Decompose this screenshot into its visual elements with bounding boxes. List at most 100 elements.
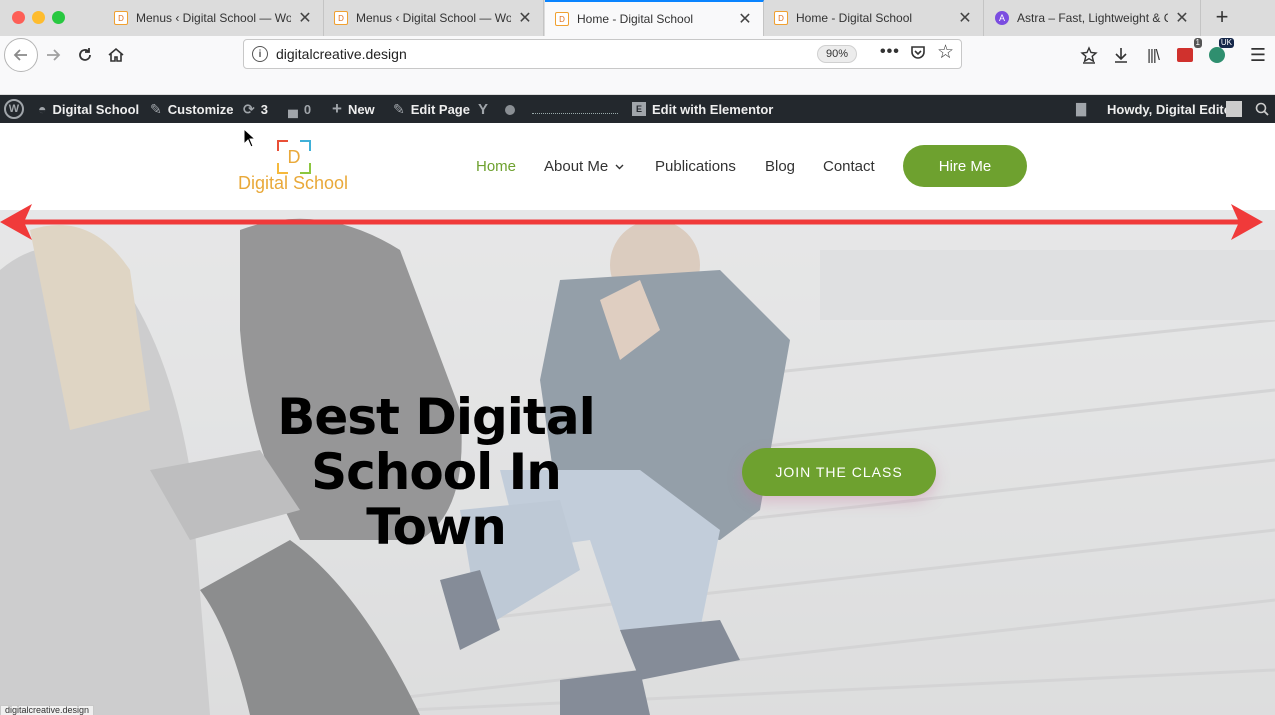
tab-title: Astra – Fast, Lightweight & Cu	[1017, 11, 1168, 25]
url-bar[interactable]: i digitalcreative.design 90% ••• ☆	[243, 39, 962, 69]
download-icon[interactable]	[1110, 44, 1132, 66]
nav-item-about-me[interactable]: About Me	[544, 158, 624, 175]
bookmark-star-icon[interactable]: ☆	[937, 41, 954, 64]
nav-item-home[interactable]: Home	[476, 158, 516, 175]
new-tab-button[interactable]: +	[1209, 4, 1235, 30]
close-tab-icon[interactable]: ✕	[737, 9, 753, 29]
minimize-window-button[interactable]	[32, 11, 45, 24]
close-tab-icon[interactable]: ✕	[517, 8, 533, 28]
arrow-left-icon	[13, 49, 27, 61]
browser-tab[interactable]: D Menus ‹ Digital School — Wor ✕	[104, 0, 324, 36]
hero-title-line: Town	[366, 498, 507, 556]
admin-site-name-label: Digital School	[52, 101, 140, 117]
maximize-window-button[interactable]	[52, 11, 65, 24]
tab-title: Home - Digital School	[796, 11, 913, 25]
pocket-icon[interactable]	[909, 43, 927, 66]
logo-letter: D	[288, 147, 301, 167]
digital-school-favicon-icon: D	[555, 12, 569, 26]
close-tab-icon[interactable]: ✕	[957, 8, 973, 28]
back-button[interactable]	[4, 38, 38, 72]
forward-button[interactable]	[38, 40, 68, 70]
nav-item-label: Blog	[765, 158, 796, 175]
tab-title: Menus ‹ Digital School — Wor	[356, 11, 511, 25]
nav-item-publications[interactable]: Publications	[655, 158, 736, 175]
join-the-class-button[interactable]: JOIN THE CLASS	[742, 448, 936, 496]
locale-badge: UK	[1218, 38, 1234, 48]
site-logo-text[interactable]: Digital School	[238, 173, 348, 194]
admin-updates[interactable]: ⟳ 3	[243, 95, 268, 123]
close-window-button[interactable]	[12, 11, 25, 24]
avatar[interactable]	[1226, 101, 1242, 117]
more-actions-icon[interactable]: •••	[880, 43, 900, 61]
digital-school-favicon-icon: D	[114, 11, 128, 25]
dashboard-icon: ◓	[38, 101, 47, 117]
admin-edit-elementor[interactable]: E Edit with Elementor	[632, 95, 773, 123]
hamburger-menu-icon[interactable]: ☰	[1247, 44, 1269, 66]
pencil-icon: ✎	[393, 100, 405, 117]
reload-icon	[79, 48, 91, 61]
howdy-label: Howdy, Digital Editor	[1107, 101, 1237, 117]
hero-title-line: School In	[311, 443, 562, 501]
elementor-icon: E	[632, 102, 646, 116]
info-icon[interactable]: i	[252, 46, 268, 62]
hire-me-button[interactable]: Hire Me	[903, 145, 1027, 187]
close-tab-icon[interactable]: ✕	[297, 8, 313, 28]
vpn-globe-icon[interactable]: UK	[1206, 38, 1234, 66]
wordpress-logo-icon[interactable]: W	[4, 99, 24, 119]
chevron-down-icon	[615, 162, 624, 172]
full-width-double-arrow-annotation	[0, 204, 1263, 240]
admin-customize[interactable]: ✎ Customize	[150, 95, 233, 123]
logo-mark-icon[interactable]: D	[276, 139, 312, 175]
reload-button[interactable]	[70, 40, 100, 70]
plus-icon: +	[332, 99, 342, 118]
wp-admin-bar: W ◓ Digital School ✎ Customize ⟳ 3 ▄ 0 +…	[0, 95, 1275, 123]
extension-count-badge: 1	[1193, 38, 1202, 48]
yoast-seo-icon[interactable]: Y	[478, 95, 488, 123]
paintbrush-icon: ✎	[150, 100, 162, 117]
close-tab-icon[interactable]: ✕	[1174, 8, 1190, 28]
hero-title-line: Best Digital	[277, 388, 595, 446]
admin-site-name[interactable]: ◓ Digital School	[38, 95, 139, 123]
notifications-icon[interactable]: ▇	[1076, 95, 1086, 123]
updates-icon: ⟳	[243, 100, 255, 117]
hero-section: Best Digital School In Town JOIN THE CLA…	[0, 210, 1275, 715]
site-header: D Digital School Home About Me Publicati…	[0, 123, 1275, 210]
nav-item-label: Contact	[823, 158, 875, 175]
nav-item-label: About Me	[544, 158, 609, 175]
admin-account[interactable]: Howdy, Digital Editor	[1107, 95, 1237, 123]
admin-customize-label: Customize	[167, 101, 234, 117]
library-icon[interactable]: |||\	[1142, 44, 1164, 66]
admin-new-label: New	[347, 101, 375, 117]
nav-item-contact[interactable]: Contact	[823, 158, 875, 175]
nav-item-blog[interactable]: Blog	[765, 158, 795, 175]
admin-new[interactable]: + New	[332, 95, 375, 123]
digital-school-favicon-icon: D	[774, 11, 788, 25]
admin-search-icon[interactable]	[1255, 95, 1269, 123]
astra-favicon-icon: A	[995, 11, 1009, 25]
bookmarks-menu-icon[interactable]	[1078, 44, 1100, 66]
browser-status-bar: digitalcreative.design	[0, 705, 95, 715]
arrow-right-icon	[47, 49, 61, 61]
tab-title: Home - Digital School	[577, 12, 694, 26]
comment-bubble-icon: ▄	[288, 101, 298, 117]
home-button[interactable]	[101, 40, 131, 70]
hero-title: Best Digital School In Town	[236, 390, 636, 555]
nav-item-label: Home	[476, 158, 517, 175]
updates-count: 3	[260, 101, 268, 117]
admin-progress-meter	[532, 113, 618, 115]
admin-comments[interactable]: ▄ 0	[288, 95, 311, 123]
nav-item-label: Publications	[655, 158, 736, 175]
browser-tab-active[interactable]: D Home - Digital School ✕	[545, 0, 764, 36]
browser-tab[interactable]: D Menus ‹ Digital School — Wor ✕	[324, 0, 544, 36]
zoom-level-badge[interactable]: 90%	[817, 45, 858, 63]
url-text: digitalcreative.design	[276, 46, 407, 62]
comments-count: 0	[303, 101, 312, 117]
browser-tab-strip: D Menus ‹ Digital School — Wor ✕ D Menus…	[0, 0, 1275, 36]
browser-tab[interactable]: D Home - Digital School ✕	[764, 0, 984, 36]
browser-tab[interactable]: A Astra – Fast, Lightweight & Cu ✕	[985, 0, 1201, 36]
admin-elementor-label: Edit with Elementor	[652, 101, 774, 117]
seo-score-dot	[505, 105, 515, 115]
extension-icon[interactable]: 1	[1174, 38, 1202, 66]
mouse-pointer-icon	[243, 128, 257, 148]
admin-edit-page[interactable]: ✎ Edit Page	[393, 95, 470, 123]
